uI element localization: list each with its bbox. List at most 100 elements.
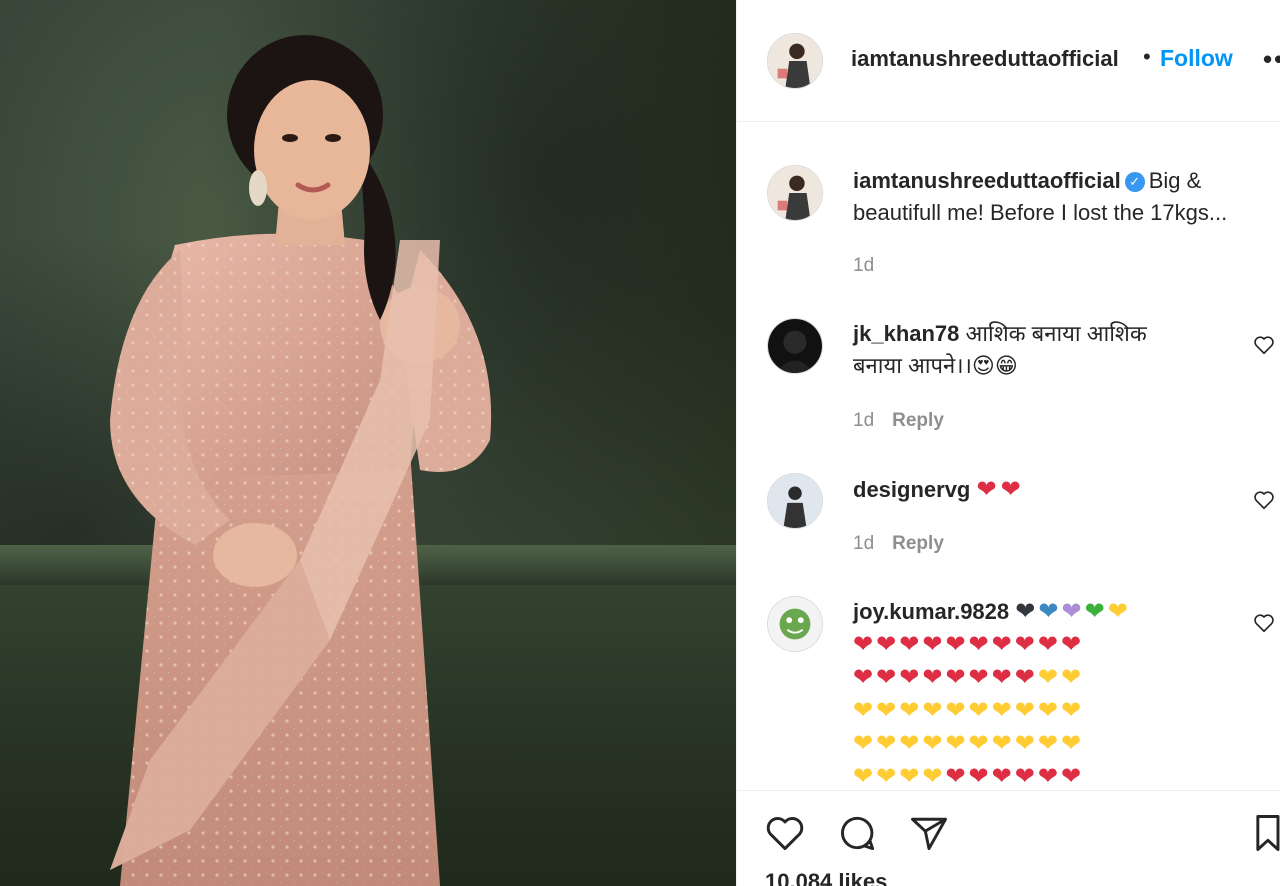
red-heart-emoji: ❤: [968, 631, 992, 658]
comment-line-1: jk_khan78 आशिक बनाया आशिक: [853, 318, 1147, 350]
red-heart-emoji: ❤: [1060, 631, 1085, 658]
comment-time[interactable]: 1d: [853, 410, 874, 431]
paper-plane-icon[interactable]: [907, 811, 951, 855]
yellow-heart-emoji: ❤: [899, 697, 923, 724]
red-heart-emoji: ❤: [968, 763, 992, 790]
yellow-heart-emoji: ❤: [899, 730, 923, 757]
post-side-panel: iamtanushreeduttaofficial • Follow •• ia…: [736, 0, 1280, 886]
yellow-heart-emoji: ❤: [853, 730, 877, 757]
yellow-heart-emoji: ❤: [1037, 697, 1061, 724]
blue-heart-emoji: ❤: [1038, 598, 1062, 625]
reply-button[interactable]: Reply: [892, 410, 944, 431]
yellow-heart-emoji: ❤: [968, 697, 992, 724]
comment-username[interactable]: jk_khan78: [853, 321, 959, 346]
commenter-avatar[interactable]: [767, 596, 823, 652]
red-heart-emoji: ❤: [945, 763, 969, 790]
comment-like-heart-icon[interactable]: [1253, 334, 1275, 356]
yellow-heart-emoji: ❤: [968, 730, 992, 757]
post-header: iamtanushreeduttaofficial • Follow ••: [737, 0, 1280, 122]
yellow-heart-emoji: ❤: [1014, 730, 1038, 757]
comment-like-heart-icon[interactable]: [1253, 489, 1275, 511]
comment-text-1: आशिक बनाया आशिक: [965, 321, 1147, 346]
yellow-heart-emoji: ❤: [1107, 598, 1131, 625]
caption-line-1: iamtanushreeduttaofficial ✓ Big &: [853, 165, 1201, 197]
caption-text-1: Big &: [1148, 168, 1202, 193]
caption-author-avatar[interactable]: [767, 165, 823, 221]
heart-outline-icon[interactable]: [763, 811, 807, 855]
heart-row: ❤❤❤❤❤❤❤❤❤❤: [853, 628, 1233, 661]
heart-row: ❤❤❤❤❤❤❤❤❤❤: [853, 694, 1233, 727]
bookmark-icon[interactable]: [1253, 811, 1280, 855]
red-heart-emoji: ❤: [1014, 631, 1038, 658]
follow-button[interactable]: Follow: [1160, 45, 1233, 72]
heart-row: ❤❤❤❤❤❤❤❤❤❤: [853, 727, 1233, 760]
author-username[interactable]: iamtanushreeduttaofficial: [851, 46, 1119, 72]
verified-badge-icon: ✓: [1124, 172, 1145, 192]
red-heart-emoji: ❤: [1014, 763, 1038, 790]
yellow-heart-emoji: ❤: [1060, 664, 1085, 691]
more-options-icon[interactable]: ••: [1263, 44, 1280, 75]
comment-line-2: बनाया आपने।।😍😁: [853, 350, 1018, 382]
comment-emojis: 😍😁: [971, 353, 1018, 378]
comment-line-1: designervg ❤❤: [853, 474, 1025, 506]
heart-emoji-grid: ❤❤❤❤❤❤❤❤❤❤ ❤❤❤❤❤❤❤❤❤❤ ❤❤❤❤❤❤❤❤❤❤ ❤❤❤❤❤❤❤…: [853, 628, 1233, 793]
heart-row: ❤❤❤❤❤❤❤❤❤❤: [853, 661, 1233, 694]
yellow-heart-emoji: ❤: [945, 730, 969, 757]
comment-line-1: joy.kumar.9828 ❤❤❤❤❤: [853, 596, 1131, 628]
red-heart-emoji: ❤: [853, 631, 877, 658]
caption-username[interactable]: iamtanushreeduttaofficial: [853, 168, 1121, 193]
red-heart-emoji: ❤: [899, 631, 923, 658]
yellow-heart-emoji: ❤: [1037, 664, 1061, 691]
red-heart-emoji: ❤: [945, 664, 969, 691]
red-heart-emoji: ❤: [922, 664, 946, 691]
comment-like-heart-icon[interactable]: [1253, 612, 1275, 634]
post-action-bar: 10,084 likes: [737, 790, 1280, 886]
red-heart-emoji: ❤: [853, 664, 877, 691]
yellow-heart-emoji: ❤: [922, 763, 946, 790]
red-heart-emoji: ❤: [876, 664, 900, 691]
comment-time[interactable]: 1d: [853, 533, 874, 554]
red-heart-emoji: ❤: [1037, 631, 1061, 658]
red-heart-emoji: ❤: [1060, 763, 1085, 790]
red-heart-emoji: ❤: [945, 631, 969, 658]
author-avatar[interactable]: [767, 33, 823, 89]
woman-in-saree-figure: [110, 35, 492, 886]
yellow-heart-emoji: ❤: [991, 697, 1015, 724]
likes-count[interactable]: 10,084 likes: [765, 869, 887, 886]
post-photo[interactable]: [0, 0, 736, 886]
caption-timestamp: 1d: [853, 255, 874, 277]
commenter-avatar[interactable]: [767, 318, 823, 374]
yellow-heart-emoji: ❤: [876, 730, 900, 757]
red-heart-emoji: ❤: [1014, 664, 1038, 691]
comment-meta: 1d Reply: [853, 533, 944, 555]
comment-username[interactable]: designervg: [853, 477, 970, 502]
red-hearts-emoji: ❤❤: [976, 476, 1025, 503]
yellow-heart-emoji: ❤: [1060, 730, 1085, 757]
yellow-heart-emoji: ❤: [1014, 697, 1038, 724]
yellow-heart-emoji: ❤: [899, 763, 923, 790]
reply-button[interactable]: Reply: [892, 533, 944, 554]
red-heart-emoji: ❤: [991, 664, 1015, 691]
header-separator: •: [1143, 44, 1151, 69]
heart-row: ❤❤❤❤❤❤❤❤❤❤: [853, 760, 1233, 793]
yellow-heart-emoji: ❤: [945, 697, 969, 724]
red-heart-emoji: ❤: [968, 664, 992, 691]
black-heart-emoji: ❤: [1015, 598, 1039, 625]
comment-bubble-icon[interactable]: [835, 811, 879, 855]
caption-time[interactable]: 1d: [853, 255, 874, 276]
green-heart-emoji: ❤: [1084, 598, 1108, 625]
commenter-avatar[interactable]: [767, 473, 823, 529]
yellow-heart-emoji: ❤: [853, 763, 877, 790]
colored-hearts-row: ❤❤❤❤❤: [1015, 598, 1131, 625]
yellow-heart-emoji: ❤: [1037, 730, 1061, 757]
red-heart-emoji: ❤: [991, 631, 1015, 658]
comment-meta: 1d Reply: [853, 410, 944, 432]
comment-username[interactable]: joy.kumar.9828: [853, 599, 1009, 624]
yellow-heart-emoji: ❤: [876, 763, 900, 790]
yellow-heart-emoji: ❤: [922, 697, 946, 724]
red-heart-emoji: ❤: [1037, 763, 1061, 790]
red-heart-emoji: ❤: [899, 664, 923, 691]
red-heart-emoji: ❤: [922, 631, 946, 658]
red-heart-emoji: ❤: [876, 631, 900, 658]
yellow-heart-emoji: ❤: [991, 730, 1015, 757]
